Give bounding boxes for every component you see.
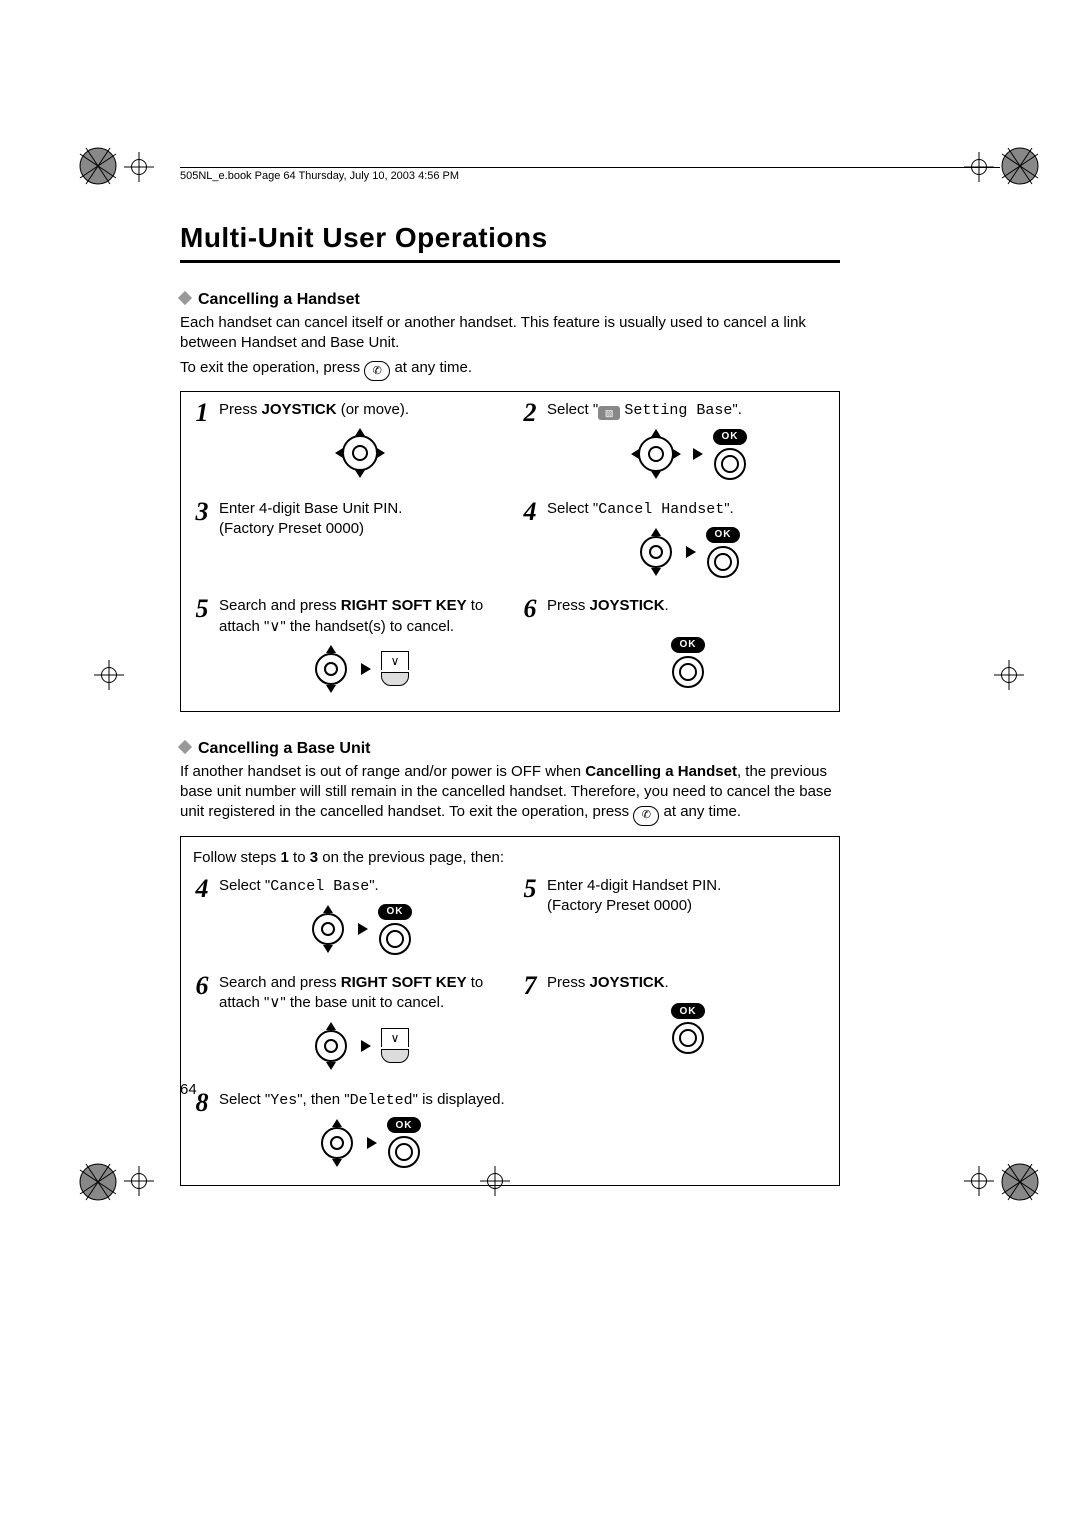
ok-button-icon: OK xyxy=(378,904,412,955)
hangup-icon: ✆ xyxy=(633,806,659,826)
hangup-icon: ✆ xyxy=(364,361,390,381)
section-heading-text: Cancelling a Base Unit xyxy=(198,740,371,757)
right-soft-key-icon: ∨ xyxy=(381,651,409,686)
right-soft-key-icon: ∨ xyxy=(381,1028,409,1063)
registration-mark-icon xyxy=(994,660,1024,690)
step-8b: 8 Select "Yes", then "Deleted" is displa… xyxy=(191,1090,829,1169)
step-3: 3 Enter 4-digit Base Unit PIN. (Factory … xyxy=(191,499,501,578)
content-area: Multi-Unit User Operations Cancelling a … xyxy=(180,222,840,1186)
joystick-vertical-icon xyxy=(308,903,348,955)
registration-mark-icon xyxy=(94,660,124,690)
step-4: 4 Select "Cancel Handset". xyxy=(519,499,829,578)
registration-mark-icon xyxy=(124,152,154,182)
step-4b: 4 Select "Cancel Base". xyxy=(191,876,501,955)
diamond-bullet-icon xyxy=(178,291,192,305)
print-mark-icon xyxy=(78,146,118,186)
steps-box-cancel-base: Follow steps 1 to 3 on the previous page… xyxy=(180,836,840,1186)
step-6: 6 Press JOYSTICK. OK xyxy=(519,596,829,695)
diamond-bullet-icon xyxy=(178,740,192,754)
step-5b: 5 Enter 4-digit Handset PIN. (Factory Pr… xyxy=(519,876,829,955)
page-number: 64 xyxy=(180,1081,197,1098)
section-heading: Cancelling a Base Unit xyxy=(180,740,840,758)
registration-mark-icon xyxy=(124,1166,154,1196)
joystick-vertical-icon xyxy=(317,1117,357,1169)
joystick-vertical-icon xyxy=(636,526,676,578)
print-mark-icon xyxy=(1000,1162,1040,1202)
joystick-vertical-icon xyxy=(311,1020,351,1072)
ok-button-icon: OK xyxy=(713,429,747,480)
joystick-vertical-icon xyxy=(311,643,351,695)
steps-box-cancel-handset: 1 Press JOYSTICK (or move). xyxy=(180,391,840,712)
arrow-right-icon xyxy=(693,448,703,460)
arrow-right-icon xyxy=(361,663,371,675)
step-5: 5 Search and press RIGHT SOFT KEY to att… xyxy=(191,596,501,695)
page-title: Multi-Unit User Operations xyxy=(180,222,840,263)
step-2: 2 Select "▧ Setting Base". xyxy=(519,400,829,481)
section-heading-text: Cancelling a Handset xyxy=(198,291,360,308)
section1-exit-line: To exit the operation, press ✆ at any ti… xyxy=(180,358,840,379)
steps-lead: Follow steps 1 to 3 on the previous page… xyxy=(193,849,829,866)
arrow-right-icon xyxy=(361,1040,371,1052)
print-mark-icon xyxy=(78,1162,118,1202)
joystick-4way-icon xyxy=(629,427,683,481)
print-mark-icon xyxy=(1000,146,1040,186)
step-7b: 7 Press JOYSTICK. OK xyxy=(519,973,829,1072)
arrow-right-icon xyxy=(686,546,696,558)
ok-button-icon: OK xyxy=(671,637,705,688)
step-6b: 6 Search and press RIGHT SOFT KEY to att… xyxy=(191,973,501,1072)
page-header-line: 505NL_e.book Page 64 Thursday, July 10, … xyxy=(180,167,1000,182)
manual-page: 505NL_e.book Page 64 Thursday, July 10, … xyxy=(0,0,1080,1528)
ok-button-icon: OK xyxy=(671,1003,705,1054)
ok-button-icon: OK xyxy=(387,1117,421,1168)
section-heading: Cancelling a Handset xyxy=(180,291,840,309)
menu-chip-icon: ▧ xyxy=(598,406,620,420)
registration-mark-icon xyxy=(964,1166,994,1196)
section1-paragraph: Each handset can cancel itself or anothe… xyxy=(180,313,840,354)
arrow-right-icon xyxy=(358,923,368,935)
joystick-4way-icon xyxy=(333,426,387,480)
step-1: 1 Press JOYSTICK (or move). xyxy=(191,400,501,481)
ok-button-icon: OK xyxy=(706,527,740,578)
arrow-right-icon xyxy=(367,1137,377,1149)
section2-paragraph: If another handset is out of range and/o… xyxy=(180,762,840,824)
header-text: 505NL_e.book Page 64 Thursday, July 10, … xyxy=(180,170,459,182)
